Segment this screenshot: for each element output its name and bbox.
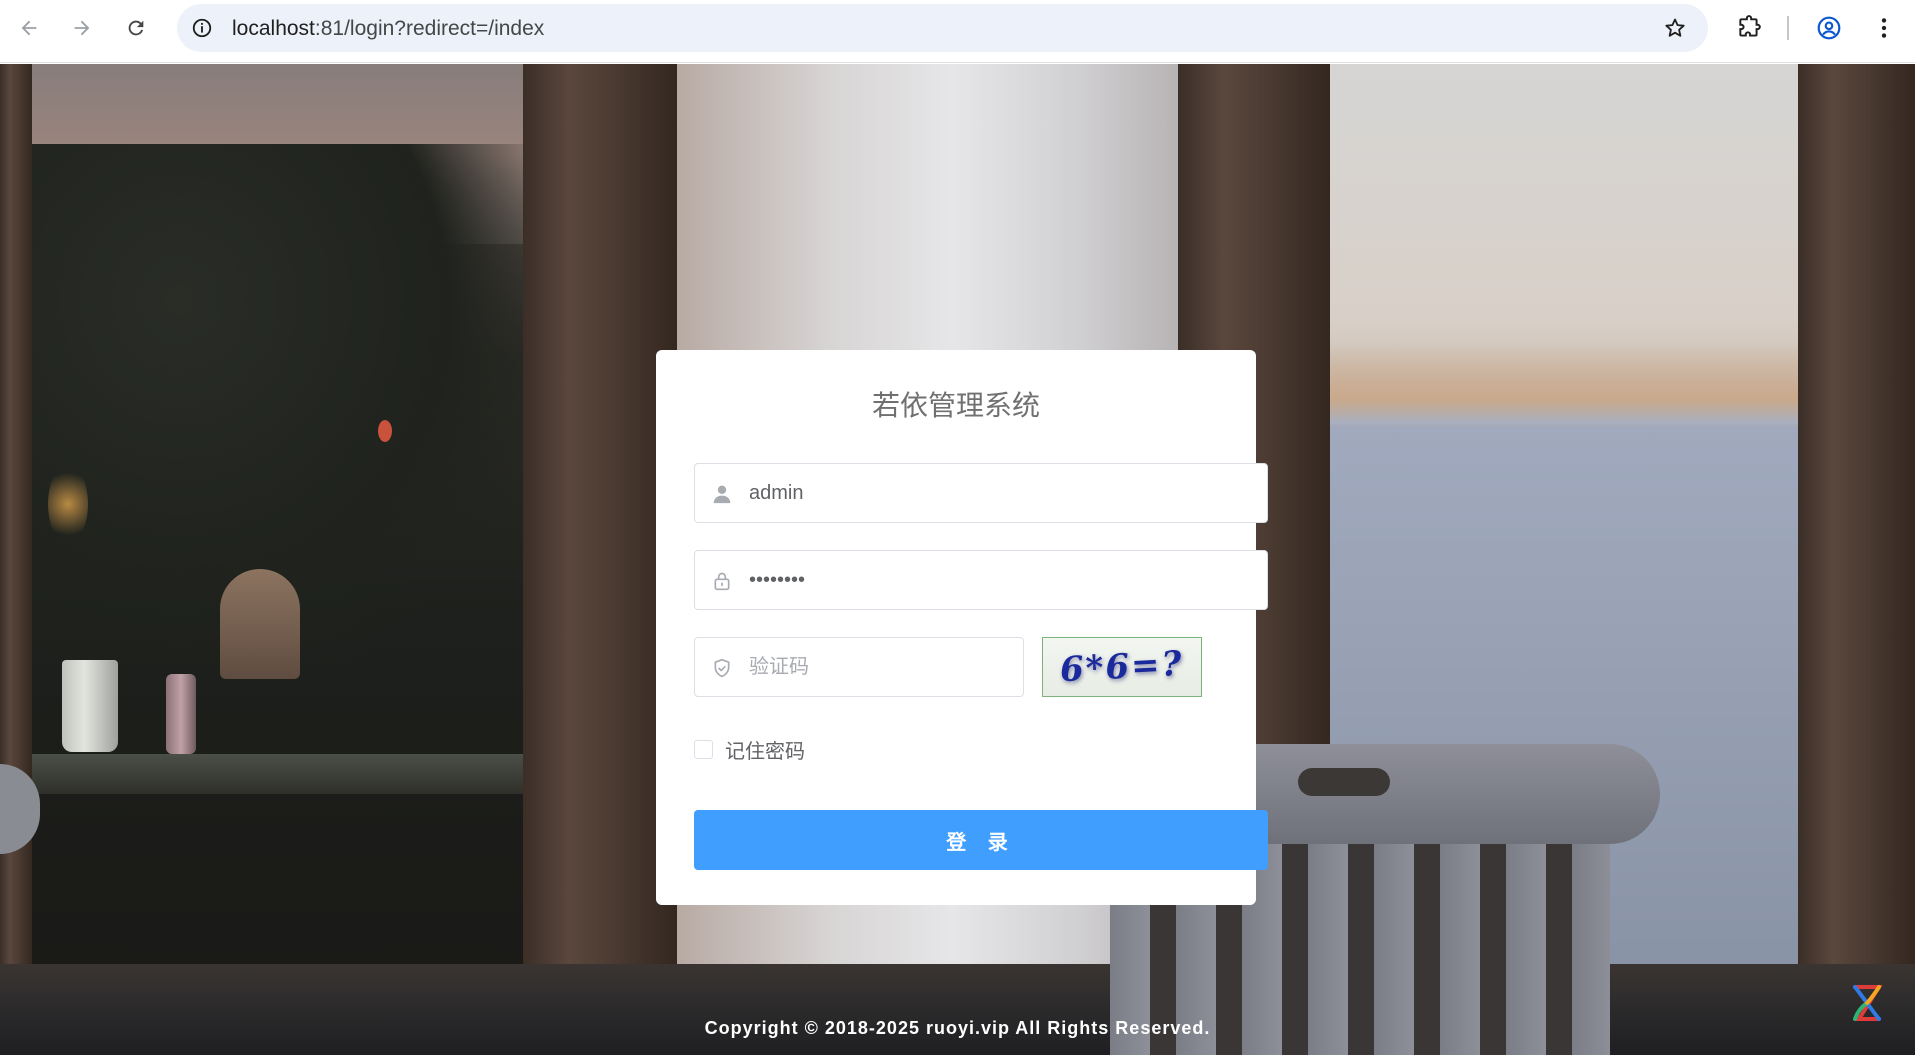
login-form: 若依管理系统 6*6=? 记住密码 登 录 <box>656 350 1268 905</box>
assistant-icon[interactable] <box>1846 982 1888 1024</box>
copyright-footer: Copyright © 2018-2025 ruoyi.vip All Righ… <box>704 1018 1211 1038</box>
background-light-red <box>378 420 392 442</box>
captcha-input[interactable] <box>749 638 1011 696</box>
arrow-right-icon <box>74 20 90 36</box>
url-host: localhost <box>232 17 315 40</box>
url-text[interactable]: localhost:81/login?redirect=/index <box>232 17 544 41</box>
remember-password-label: 记住密码 <box>725 740 805 763</box>
background-sunset <box>1330 344 1800 424</box>
background-cup <box>62 660 118 752</box>
info-icon[interactable] <box>188 14 216 42</box>
address-bar[interactable]: localhost:81/login?redirect=/index <box>177 4 1708 52</box>
forward-button[interactable] <box>64 10 100 46</box>
login-button[interactable]: 登 录 <box>694 810 1268 870</box>
username-input[interactable] <box>749 464 1255 522</box>
login-title: 若依管理系统 <box>871 390 1040 421</box>
url-path: :81/login?redirect=/index <box>314 17 545 40</box>
password-field[interactable] <box>694 550 1268 610</box>
browser-toolbar: localhost:81/login?redirect=/index <box>0 0 1915 63</box>
username-field[interactable] <box>694 463 1268 523</box>
lock-icon <box>711 570 733 592</box>
background-frame <box>0 64 32 1055</box>
captcha-text: 6*6=? <box>1059 643 1185 691</box>
background-frame <box>523 64 677 1055</box>
checkbox-box[interactable] <box>694 739 713 759</box>
captcha-field[interactable] <box>694 637 1024 697</box>
background-chair-left <box>220 569 300 679</box>
toolbar-separator <box>1787 16 1789 40</box>
user-icon <box>711 483 733 505</box>
shield-icon <box>711 657 733 679</box>
background-chair-hole <box>1298 768 1390 796</box>
puzzle-icon[interactable] <box>1733 12 1765 44</box>
background-bottle <box>166 674 196 754</box>
background-table <box>30 754 525 794</box>
background-light <box>48 464 88 544</box>
more-vertical-icon[interactable] <box>1868 12 1900 44</box>
login-page: 若依管理系统 6*6=? 记住密码 登 录 Cop <box>0 64 1915 1055</box>
reload-button[interactable] <box>118 10 154 46</box>
back-button[interactable] <box>11 10 47 46</box>
background-frame <box>1798 64 1915 1055</box>
arrow-left-icon <box>21 20 37 36</box>
reload-icon <box>128 20 144 36</box>
star-icon[interactable] <box>1662 15 1688 41</box>
remember-password-checkbox[interactable]: 记住密码 <box>694 735 805 763</box>
background-frame-bottom <box>0 964 1915 1055</box>
user-circle-icon[interactable] <box>1813 12 1845 44</box>
password-input[interactable] <box>749 551 1255 609</box>
captcha-image[interactable]: 6*6=? <box>1042 637 1202 697</box>
